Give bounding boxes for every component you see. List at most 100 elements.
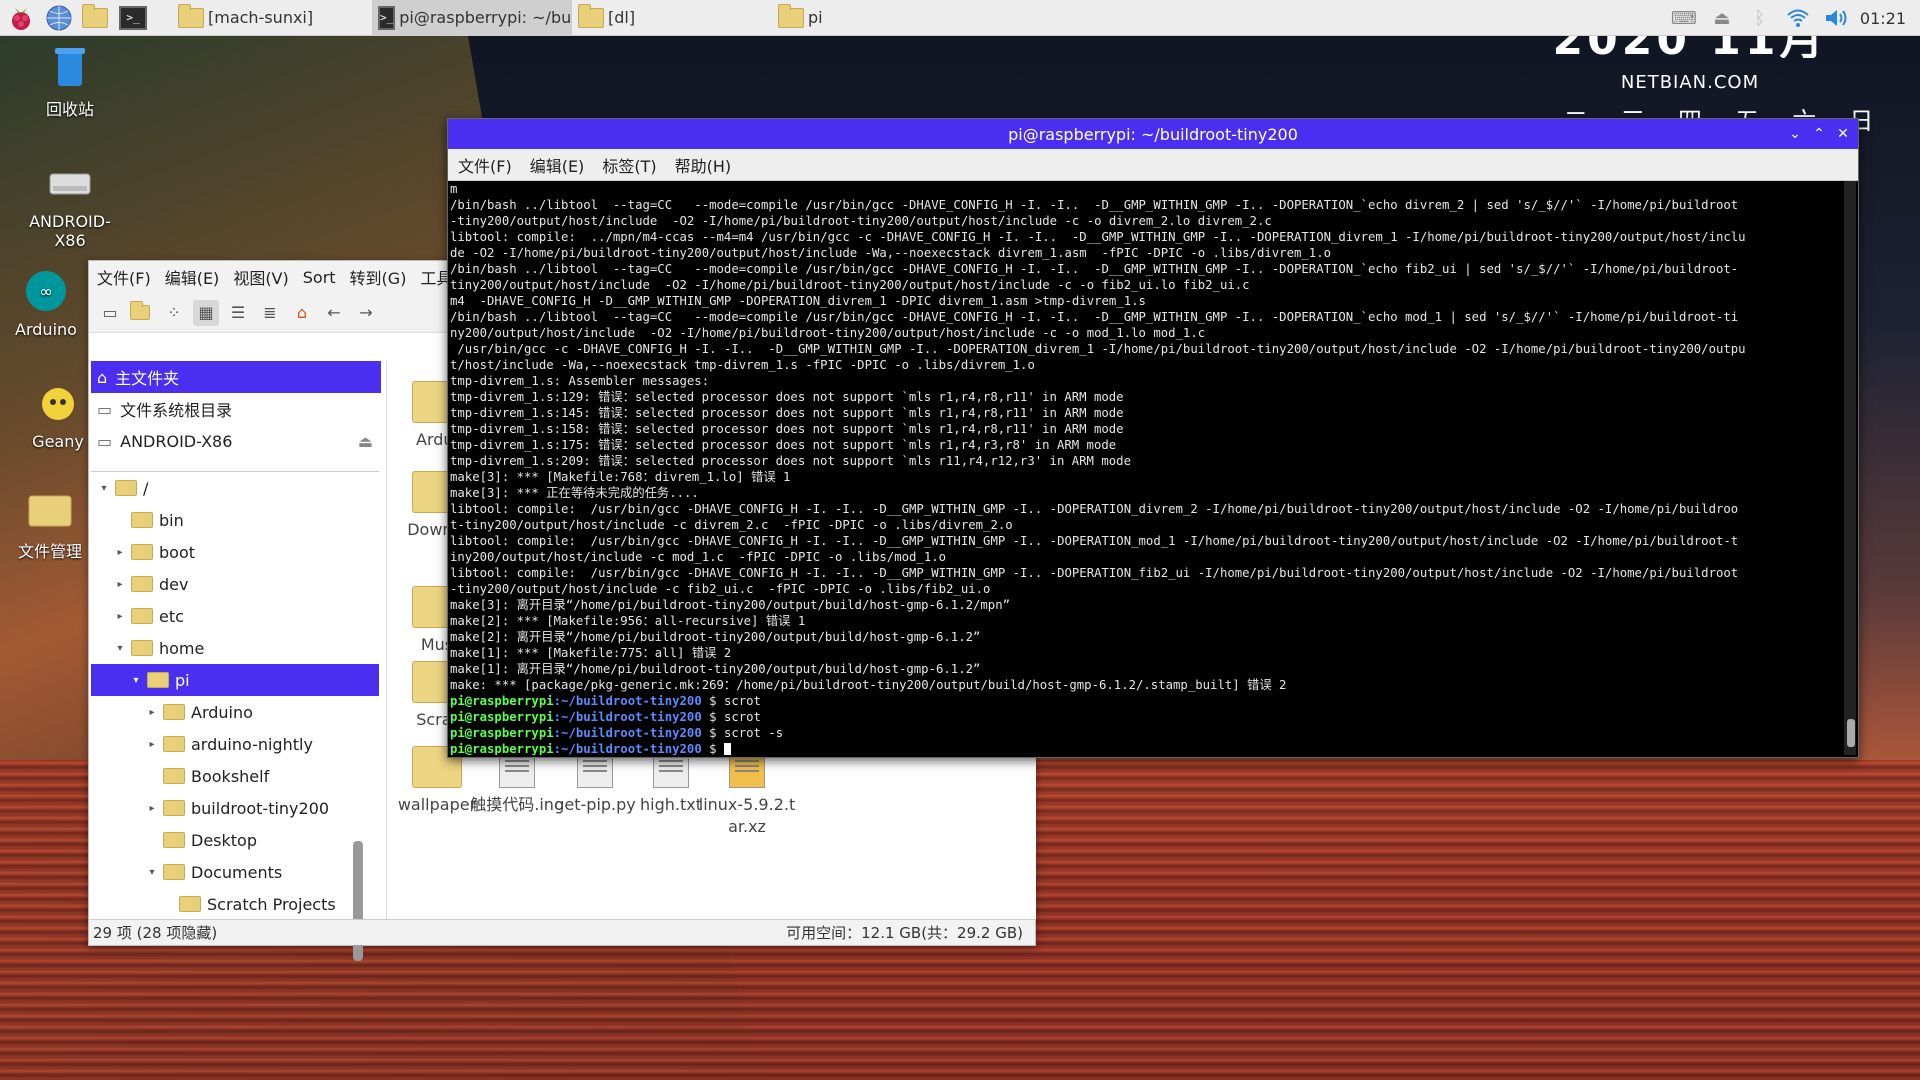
terminal-titlebar[interactable]: pi@raspberrypi: ~/buildroot-tiny200 ⌄ ⌃ …: [448, 119, 1858, 149]
eject-icon[interactable]: ⏏: [358, 432, 373, 451]
close-icon[interactable]: ✕: [1832, 123, 1854, 145]
menu-item[interactable]: 视图(V): [233, 265, 288, 289]
folder-icon: [163, 864, 185, 880]
tree-label: Documents: [191, 862, 283, 882]
tree-label: home: [159, 638, 205, 658]
drive-icon: [45, 160, 95, 206]
terminal-line: /bin/bash ../libtool --tag=CC --mode=com…: [450, 262, 1739, 276]
menu-item[interactable]: 标签(T): [602, 153, 656, 177]
expander-icon[interactable]: ▾: [129, 675, 143, 686]
tree-node[interactable]: ▸ Arduino: [91, 696, 379, 728]
maximize-icon[interactable]: ⌃: [1808, 123, 1830, 145]
keyboard-icon[interactable]: ⌨: [1670, 4, 1698, 32]
expander-icon[interactable]: ▾: [113, 643, 127, 654]
tree-node[interactable]: ▸ dev: [91, 568, 379, 600]
expander-icon[interactable]: ▸: [113, 547, 127, 558]
expander-icon[interactable]: ▾: [145, 867, 159, 878]
terminal-line: libtool: compile: /usr/bin/gcc -DHAVE_CO…: [450, 534, 1739, 548]
tree-node[interactable]: bin: [91, 504, 379, 536]
tree-node[interactable]: Bookshelf: [91, 760, 379, 792]
trash-icon: [45, 44, 95, 90]
desktop-label: Arduino: [15, 320, 77, 339]
expander-icon[interactable]: ▸: [113, 579, 127, 590]
desktop-file-manager[interactable]: 文件管理: [10, 486, 90, 562]
terminal-output[interactable]: m/bin/bash ../libtool --tag=CC --mode=co…: [450, 181, 1842, 755]
folder-icon: [163, 736, 185, 752]
taskbar-task[interactable]: [dl]: [572, 0, 772, 36]
folder-icon: [163, 768, 185, 784]
terminal-scroll-thumb[interactable]: [1847, 719, 1855, 747]
terminal-line: iny200/output/host/include -c mod_1.c -f…: [450, 550, 947, 564]
terminal-line: tmp-divrem_1.s:145: 错误：selected processo…: [450, 406, 1124, 420]
place-item[interactable]: ▭ ANDROID-X86 ⏏: [91, 425, 381, 457]
taskbar-task[interactable]: [mach-sunxi]: [172, 0, 372, 36]
tree-node[interactable]: ▸ buildroot-tiny200: [91, 792, 379, 824]
expander-icon[interactable]: ▾: [97, 483, 111, 494]
taskbar-task[interactable]: pi: [772, 0, 972, 36]
desktop-label: 文件管理: [17, 542, 82, 561]
menu-item[interactable]: 文件(F): [97, 265, 151, 289]
file-item[interactable]: linux-5.9.2.tar.xz: [697, 746, 797, 838]
back-icon[interactable]: ←: [321, 300, 347, 326]
menu-item[interactable]: 文件(F): [458, 153, 512, 177]
home-icon[interactable]: ⌂: [289, 300, 315, 326]
tree-node[interactable]: ▾ home: [91, 632, 379, 664]
new-folder-icon[interactable]: [129, 300, 155, 326]
forward-icon[interactable]: →: [353, 300, 379, 326]
drive-icon: ▭: [97, 431, 113, 451]
place-item[interactable]: ▭ 文件系统根目录: [91, 393, 381, 425]
compact-view-icon[interactable]: ☰: [225, 300, 251, 326]
new-window-icon[interactable]: ▭: [97, 300, 123, 326]
wifi-icon[interactable]: [1784, 4, 1812, 32]
desktop-android-drive[interactable]: ANDROID-X86: [20, 160, 120, 250]
home-icon: ⌂: [97, 367, 108, 387]
volume-icon[interactable]: [1822, 4, 1850, 32]
tree-node[interactable]: ▸ boot: [91, 536, 379, 568]
bluetooth-icon[interactable]: ᛒ: [1746, 4, 1774, 32]
taskbar-task[interactable]: >_ pi@raspberrypi: ~/bui...: [372, 0, 572, 36]
raspberry-menu-icon[interactable]: [4, 2, 38, 34]
taskbar: >_ [mach-sunxi] >_ pi@raspberrypi: ~/bui..…: [0, 0, 1920, 36]
browser-icon[interactable]: [42, 2, 76, 34]
tree-node[interactable]: Desktop: [91, 824, 379, 856]
menu-item[interactable]: 编辑(E): [530, 153, 585, 177]
menu-item[interactable]: Sort: [303, 268, 336, 287]
folder-icon: [147, 672, 169, 688]
tree-label: boot: [159, 542, 196, 562]
tree-node[interactable]: ▾ pi: [91, 664, 379, 696]
eject-icon[interactable]: ⏏: [1708, 4, 1736, 32]
place-item[interactable]: ⌂ 主文件夹: [91, 361, 381, 393]
menu-item[interactable]: 转到(G): [350, 265, 407, 289]
tree-node[interactable]: Scratch Projects: [91, 888, 379, 920]
menu-item[interactable]: 帮助(H): [675, 153, 732, 177]
prompt-path: :~/buildroot-tiny200: [553, 710, 702, 724]
prompt-line: pi@raspberrypi:~/buildroot-tiny200 $: [450, 741, 1842, 755]
desktop-arduino[interactable]: ∞ Arduino: [6, 268, 86, 339]
expander-icon[interactable]: ▸: [145, 739, 159, 750]
tree-node[interactable]: ▾ /: [91, 472, 379, 504]
expander-icon[interactable]: ▸: [113, 611, 127, 622]
menu-item[interactable]: 编辑(E): [165, 265, 220, 289]
terminal-line: m4 -DHAVE_CONFIG_H -D__GMP_WITHIN_GMP -D…: [450, 294, 1146, 308]
expander-icon[interactable]: ▸: [145, 803, 159, 814]
icon-view-icon[interactable]: ⁘: [161, 300, 187, 326]
prompt-path: :~/buildroot-tiny200: [553, 694, 702, 708]
folder-icon: [178, 3, 204, 28]
minimize-icon[interactable]: ⌄: [1784, 123, 1806, 145]
place-label: 主文件夹: [115, 369, 180, 388]
expander-icon[interactable]: ▸: [145, 707, 159, 718]
tree-node[interactable]: ▸ etc: [91, 600, 379, 632]
terminal-scrollbar[interactable]: [1844, 181, 1856, 755]
desktop-geany[interactable]: Geany: [20, 380, 96, 451]
terminal-line: t/host/include -Wa,--noexecstack tmp-div…: [450, 358, 1035, 372]
terminal-icon[interactable]: >_: [118, 2, 152, 34]
folder-icon[interactable]: [80, 2, 114, 34]
tree-node[interactable]: ▸ arduino-nightly: [91, 728, 379, 760]
list-view-icon[interactable]: ≣: [257, 300, 283, 326]
prompt-command: $ scrot: [701, 694, 761, 708]
tree-label: Arduino: [191, 702, 253, 722]
desktop-label: 回收站: [45, 100, 94, 119]
tree-node[interactable]: ▾ Documents: [91, 856, 379, 888]
grid-view-icon[interactable]: ▦: [193, 299, 219, 326]
desktop-trash[interactable]: 回收站: [20, 44, 120, 120]
